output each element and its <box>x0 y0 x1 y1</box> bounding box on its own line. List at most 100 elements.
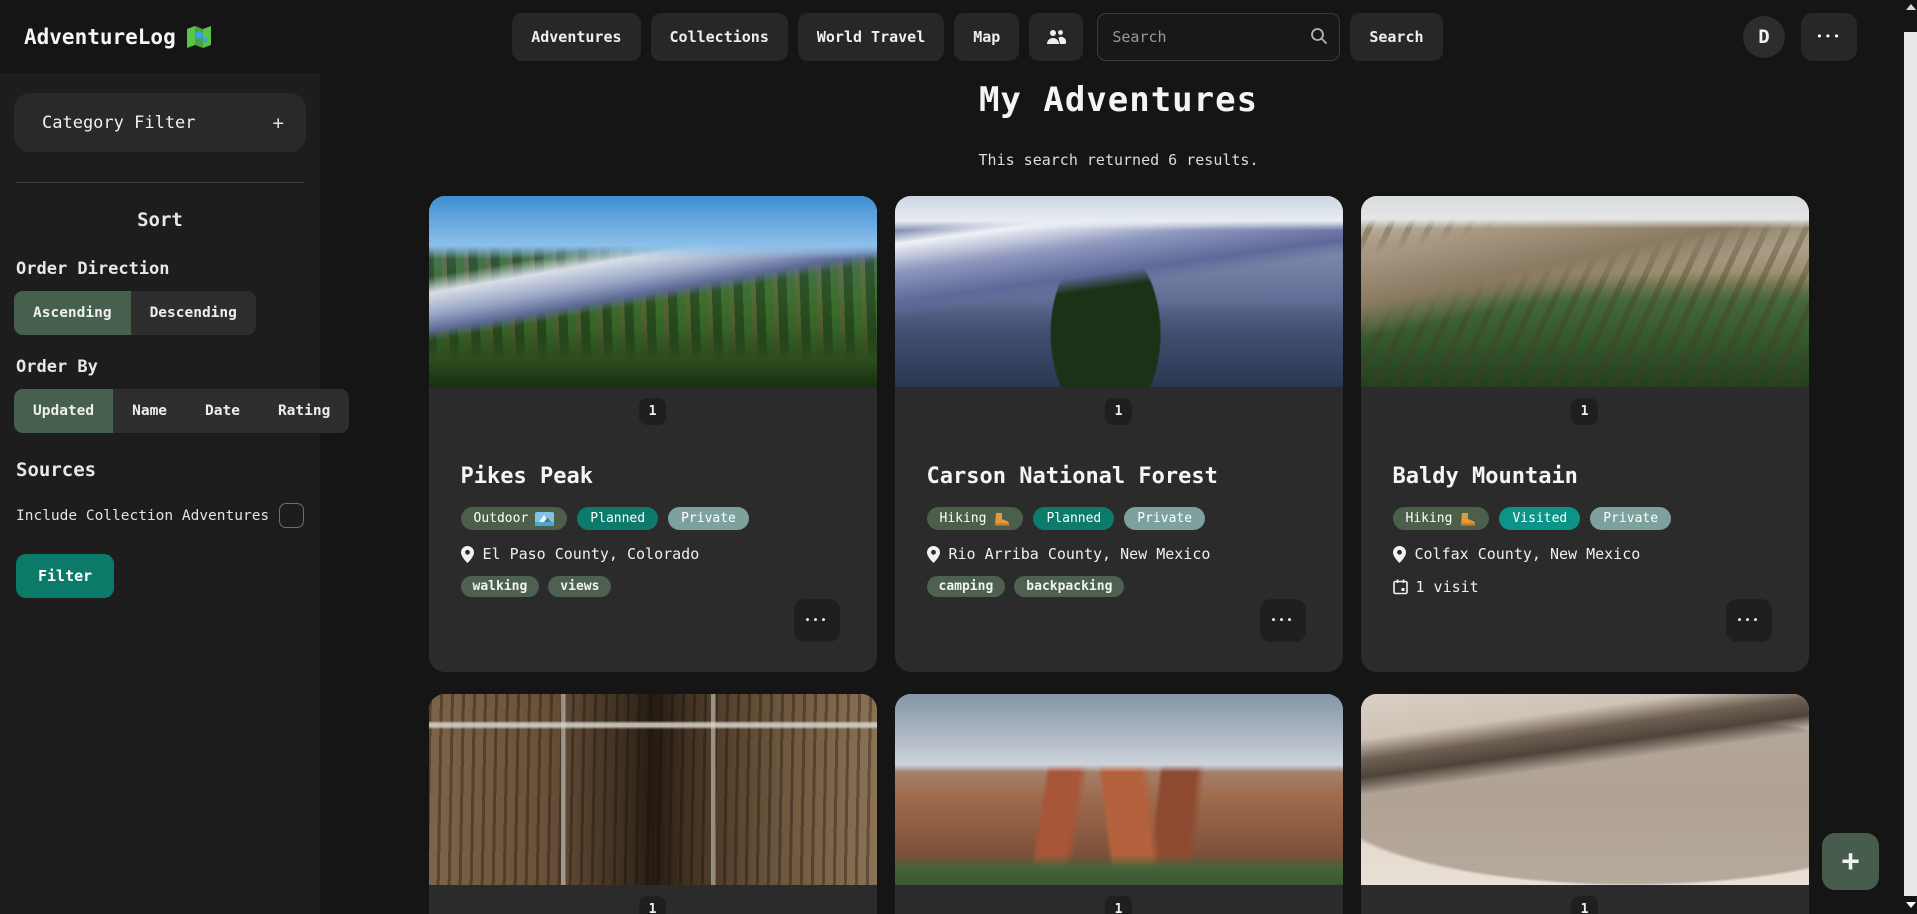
map-emoji-icon <box>186 25 212 49</box>
order-by-date-button[interactable]: Date <box>186 389 259 433</box>
location-text: Rio Arriba County, New Mexico <box>949 545 1211 563</box>
nav-adventures-button[interactable]: Adventures <box>512 13 640 61</box>
filter-button[interactable]: Filter <box>16 554 114 598</box>
app-brand[interactable]: AdventureLog <box>24 25 212 49</box>
category-badge: Outdoor <box>461 507 568 530</box>
adventure-card-body: 1 <box>429 896 877 914</box>
card-menu-button[interactable]: ••• <box>1260 599 1306 642</box>
page-scrollbar[interactable] <box>1904 0 1917 914</box>
adventure-card-body: 1 Baldy Mountain Hiking Visited Private Colfa… <box>1361 398 1809 596</box>
pin-icon <box>1393 546 1406 563</box>
sidebar-divider <box>16 182 304 183</box>
search-input[interactable] <box>1097 13 1340 61</box>
nav-users-button[interactable] <box>1029 13 1083 61</box>
ellipsis-icon: ••• <box>804 615 828 626</box>
adventure-card: 1 <box>429 694 877 914</box>
users-icon <box>1046 29 1066 45</box>
visibility-badge: Private <box>1590 507 1671 530</box>
ellipsis-icon: ••• <box>1816 30 1842 43</box>
adventure-title[interactable]: Baldy Mountain <box>1393 464 1777 489</box>
adventure-card: ••• 1 Baldy Mountain Hiking Visited Private Co… <box>1361 196 1809 672</box>
nav-world-travel-button[interactable]: World Travel <box>798 13 944 61</box>
adventure-photo[interactable] <box>429 694 877 885</box>
tag-pill: walking <box>461 576 540 597</box>
tag-pill: views <box>548 576 611 597</box>
status-badge: Planned <box>1033 507 1114 530</box>
adventure-card-body: 1 <box>895 896 1343 914</box>
category-label: Hiking <box>940 511 987 526</box>
category-label: Outdoor <box>474 511 529 526</box>
avatar[interactable]: D <box>1743 16 1785 58</box>
image-count-badge: 1 <box>1571 398 1598 425</box>
adventure-photo[interactable] <box>895 196 1343 387</box>
results-count-text: This search returned 6 results. <box>320 151 1917 169</box>
order-direction-label: Order Direction <box>16 259 306 279</box>
order-ascending-button[interactable]: Ascending <box>14 291 131 335</box>
badge-row: Hiking Visited Private <box>1393 507 1777 530</box>
adventure-card: 1 <box>1361 694 1809 914</box>
pin-icon <box>927 546 940 563</box>
boot-icon <box>1459 512 1476 526</box>
adventure-cards-grid: ••• 1 Pikes Peak Outdoor Planned Private El Pa… <box>429 196 1809 914</box>
location-row: Colfax County, New Mexico <box>1393 545 1777 563</box>
location-row: El Paso County, Colorado <box>461 545 845 563</box>
adventure-title[interactable]: Pikes Peak <box>461 464 845 489</box>
adventure-photo[interactable] <box>1361 694 1809 885</box>
tag-row: walking views <box>461 576 845 597</box>
navbar-overflow-button[interactable]: ••• <box>1801 13 1857 61</box>
adventure-photo[interactable] <box>1361 196 1809 387</box>
category-badge: Hiking <box>927 507 1024 530</box>
adventure-card: •••1Pikes PeakOutdoorPlannedPrivateEl Pa… <box>429 196 877 672</box>
category-label: Hiking <box>1406 511 1453 526</box>
search-button[interactable]: Search <box>1350 13 1442 61</box>
nav-collections-button[interactable]: Collections <box>651 13 788 61</box>
primary-nav: Adventures Collections World Travel Map … <box>512 13 1442 61</box>
order-by-name-button[interactable]: Name <box>113 389 186 433</box>
image-count-badge: 1 <box>639 398 666 425</box>
navbar-right: D ••• <box>1743 13 1857 61</box>
status-badge: Visited <box>1499 507 1580 530</box>
location-row: Rio Arriba County, New Mexico <box>927 545 1311 563</box>
page-title: My Adventures <box>320 80 1917 120</box>
order-by-label: Order By <box>16 357 306 377</box>
adventure-title[interactable]: Carson National Forest <box>927 464 1311 489</box>
category-badge: Hiking <box>1393 507 1490 530</box>
status-badge: Planned <box>577 507 658 530</box>
category-filter-toggle[interactable]: Category Filter + <box>14 93 306 152</box>
scrollbar-down-arrow[interactable] <box>1904 896 1917 914</box>
add-adventure-button[interactable]: + <box>1822 833 1879 890</box>
card-menu-button[interactable]: ••• <box>794 599 840 642</box>
calendar-icon <box>1393 579 1408 595</box>
include-collections-checkbox[interactable] <box>279 503 304 528</box>
image-count-badge: 1 <box>639 896 666 914</box>
visibility-badge: Private <box>1124 507 1205 530</box>
badge-row: OutdoorPlannedPrivate <box>461 507 845 530</box>
scrollbar-up-arrow[interactable] <box>1904 0 1917 32</box>
adventure-photo[interactable] <box>429 196 877 387</box>
image-count-badge: 1 <box>1571 896 1598 914</box>
park-icon <box>535 512 554 526</box>
nav-map-button[interactable]: Map <box>954 13 1019 61</box>
order-descending-button[interactable]: Descending <box>131 291 256 335</box>
tag-row: campingbackpacking <box>927 576 1311 597</box>
tag-pill: camping <box>927 576 1006 597</box>
location-text: El Paso County, Colorado <box>483 545 700 563</box>
card-menu-button[interactable]: ••• <box>1726 599 1772 642</box>
search-field-wrap <box>1097 13 1340 61</box>
adventure-card: ••• 1 Carson National Forest Hiking Planned P… <box>895 196 1343 672</box>
search-icon <box>1310 27 1328 45</box>
order-direction-group: Ascending Descending <box>14 291 256 335</box>
filter-sidebar: Category Filter + Sort Order Direction A… <box>0 73 320 914</box>
adventure-photo[interactable] <box>895 694 1343 885</box>
category-filter-label: Category Filter <box>42 113 196 133</box>
include-collections-row: Include Collection Adventures <box>16 503 304 528</box>
image-count-badge: 1 <box>1105 398 1132 425</box>
badge-row: Hiking Planned Private <box>927 507 1311 530</box>
order-by-updated-button[interactable]: Updated <box>14 389 113 433</box>
expand-plus-icon: + <box>273 112 284 134</box>
app-title: AdventureLog <box>24 25 176 49</box>
ellipsis-icon: ••• <box>1736 615 1760 626</box>
pin-icon <box>461 546 474 563</box>
sources-heading: Sources <box>16 459 306 481</box>
adventure-card-body: 1 <box>1361 896 1809 914</box>
